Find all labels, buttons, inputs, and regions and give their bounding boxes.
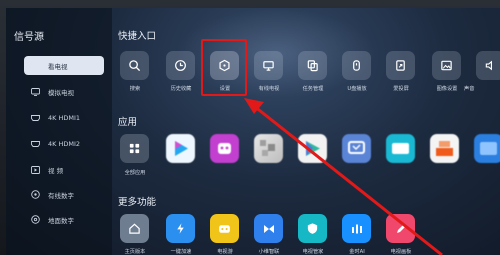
tv-app-icon [392, 143, 409, 154]
all-apps-tile[interactable] [120, 134, 149, 163]
ai-icon [351, 224, 362, 233]
antenna-icon [30, 215, 40, 225]
screen-cast-tile[interactable] [386, 51, 415, 80]
search-label: 搜索 [129, 86, 141, 92]
app-tile-8[interactable] [474, 134, 500, 163]
all-apps-label: 全部应用 [124, 170, 146, 176]
app-tile-6[interactable] [386, 134, 415, 163]
more-functions-title: 更多功能 [118, 197, 157, 208]
shield-icon [307, 223, 318, 234]
cable-tv-icon [263, 61, 274, 71]
tv-manager-tile[interactable] [298, 214, 327, 243]
cable-tv-tile[interactable] [254, 51, 283, 80]
history-tile[interactable] [166, 51, 195, 80]
signal-source-sidebar: 信号源 看电视 模拟电视 4K HDMI1 4K HDMI2 视 频 有线数字 … [6, 8, 112, 255]
ai-label: 金时AI [349, 249, 365, 255]
game-icon [219, 225, 230, 233]
smart-link-label: 小维智联 [258, 249, 280, 255]
video-app-icon [175, 141, 188, 156]
home-version-label: 主页版本 [124, 249, 146, 255]
sidebar-item-label: 看电视 [48, 62, 68, 71]
app-tile-4[interactable] [298, 134, 327, 163]
app-tile-2[interactable] [210, 134, 239, 163]
search-tile[interactable] [120, 51, 149, 80]
smart-link-tile[interactable] [254, 214, 283, 243]
sidebar-item-label: 模拟电视 [48, 88, 74, 97]
bolt-icon [177, 223, 184, 234]
task-manager-tile[interactable] [298, 51, 327, 80]
sidebar-item-label: 视 频 [48, 166, 64, 175]
apps-title: 应用 [118, 117, 138, 128]
sidebar-item-label: 地面数字 [48, 216, 74, 225]
home-version-tile[interactable] [120, 214, 149, 243]
speed-up-label: 一键加速 [170, 249, 192, 255]
sound-label: 声音 [464, 86, 475, 92]
hdmi-icon [30, 113, 40, 123]
home-icon [129, 223, 140, 234]
orange-app-icon [436, 141, 453, 156]
screen-cast-label: 爱投屏 [393, 86, 409, 92]
kids-app-icon [218, 143, 231, 154]
play-app-icon [306, 141, 320, 156]
sidebar-item-analog-tv[interactable]: 模拟电视 [24, 82, 106, 101]
app-tile-1[interactable] [166, 134, 195, 163]
clock-icon [175, 60, 186, 71]
tv-game-tile[interactable] [210, 214, 239, 243]
cable-tv-label: 有线电视 [258, 86, 280, 92]
sound-icon [485, 60, 492, 71]
app-tile-5[interactable] [342, 134, 371, 163]
sidebar-item-tv[interactable]: 看电视 [24, 56, 104, 75]
image-icon [441, 60, 452, 71]
video-icon [30, 165, 40, 175]
tv-manager-label: 电视管家 [302, 249, 324, 255]
sidebar-item-label: 4K HDMI1 [48, 113, 81, 122]
sidebar-item-video[interactable]: 视 频 [24, 160, 106, 179]
tv-drawing-tile[interactable] [386, 214, 415, 243]
cable-icon [30, 190, 40, 200]
sidebar-item-hdmi2[interactable]: 4K HDMI2 [24, 134, 106, 153]
link-icon [263, 224, 274, 233]
blue-app-icon [480, 142, 497, 155]
ai-tile[interactable] [342, 214, 371, 243]
tv-screen: 信号源 看电视 模拟电视 4K HDMI1 4K HDMI2 视 频 有线数字 … [6, 8, 500, 255]
sidebar-item-hdmi1[interactable]: 4K HDMI1 [24, 108, 106, 127]
usb-play-label: U盘播放 [347, 86, 367, 92]
monitor-app-icon [348, 141, 365, 154]
task-icon [307, 60, 318, 72]
pen-icon [396, 224, 405, 233]
history-label: 历史收藏 [170, 86, 192, 92]
speed-up-tile[interactable] [166, 214, 195, 243]
app-tile-7[interactable] [430, 134, 459, 163]
search-icon [129, 60, 141, 72]
usb-play-tile[interactable] [342, 51, 371, 80]
usb-icon [353, 60, 360, 71]
tv-game-label: 电视游 [217, 249, 233, 255]
sidebar-item-label: 4K HDMI2 [48, 139, 81, 148]
grid-icon [129, 143, 140, 154]
sound-tile[interactable] [476, 51, 500, 80]
hdmi-icon [30, 139, 40, 149]
cast-icon [396, 60, 405, 71]
sidebar-item-terrestrial[interactable]: 地面数字 [24, 210, 106, 229]
tv-drawing-label: 电视画板 [390, 249, 412, 255]
sidebar-item-label: 有线数字 [48, 191, 74, 200]
settings-highlight-box [201, 39, 247, 96]
image-settings-tile[interactable] [432, 51, 461, 80]
pixel-app-icon [260, 140, 275, 156]
analog-tv-icon [30, 87, 40, 97]
app-tile-3[interactable] [254, 134, 283, 163]
task-manager-label: 任务管理 [302, 86, 324, 92]
sidebar-item-cable-digital[interactable]: 有线数字 [24, 185, 106, 204]
sidebar-title: 信号源 [14, 32, 44, 43]
quick-entry-title: 快捷入口 [118, 31, 157, 42]
